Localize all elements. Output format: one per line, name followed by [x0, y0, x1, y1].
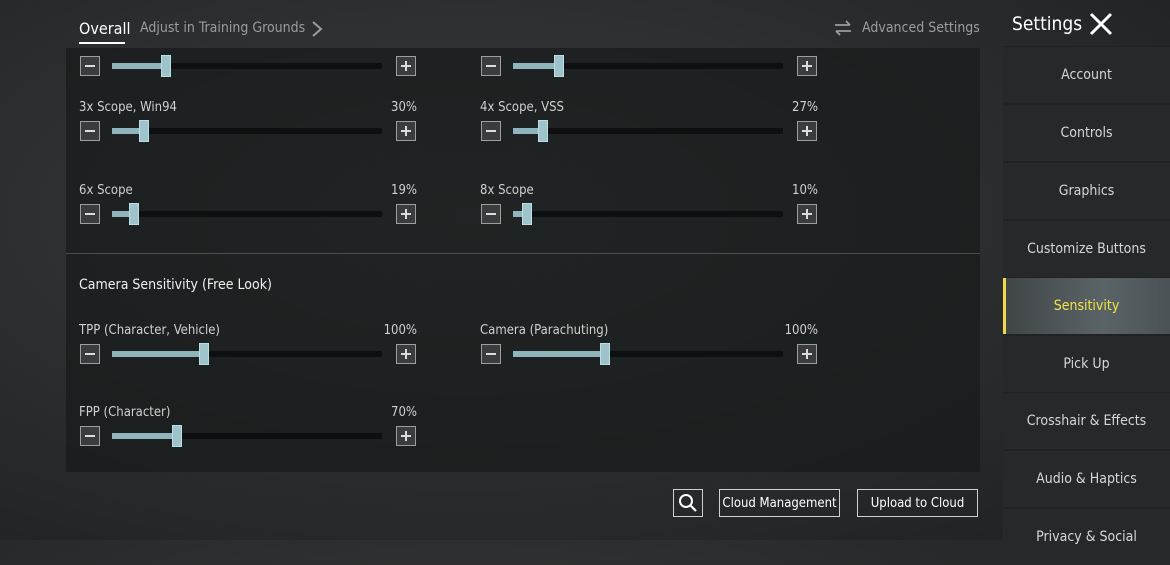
- slider-label: 4x Scope, VSS: [480, 100, 564, 115]
- slider-track[interactable]: [112, 203, 382, 225]
- scope-slider-3x[interactable]: 3x Scope, Win94 30%: [79, 100, 417, 150]
- slider-thumb[interactable]: [538, 120, 548, 142]
- cloud-management-button[interactable]: Cloud Management: [719, 489, 840, 517]
- minus-button[interactable]: [481, 56, 501, 76]
- slider-track[interactable]: [513, 120, 783, 142]
- camera-section-title: Camera Sensitivity (Free Look): [79, 277, 272, 293]
- slider-fill: [513, 63, 559, 69]
- plus-button[interactable]: [797, 204, 817, 224]
- plus-button[interactable]: [396, 56, 416, 76]
- slider-fill: [513, 351, 605, 357]
- plus-button[interactable]: [797, 121, 817, 141]
- minus-button[interactable]: [80, 121, 100, 141]
- sidebar-item-privacy-social[interactable]: Privacy & Social: [1003, 509, 1170, 565]
- slider-value: 30%: [391, 100, 417, 115]
- minus-button[interactable]: [481, 344, 501, 364]
- plus-button[interactable]: [797, 56, 817, 76]
- slider-label: Camera (Parachuting): [480, 323, 609, 338]
- plus-button[interactable]: [396, 204, 416, 224]
- slider-value: 19%: [391, 183, 417, 198]
- scope-slider-0[interactable]: [79, 35, 417, 85]
- slider-track[interactable]: [112, 120, 382, 142]
- minus-button[interactable]: [80, 426, 100, 446]
- camera-slider-fpp[interactable]: FPP (Character) 70%: [79, 405, 417, 455]
- sidebar-item-pick-up[interactable]: Pick Up: [1003, 336, 1170, 392]
- slider-thumb[interactable]: [161, 55, 171, 77]
- slider-track[interactable]: [112, 343, 382, 365]
- search-button[interactable]: [673, 489, 703, 517]
- sidebar-item-customize-buttons[interactable]: Customize Buttons: [1003, 221, 1170, 277]
- plus-button[interactable]: [396, 426, 416, 446]
- slider-track[interactable]: [513, 55, 783, 77]
- scope-slider-4x[interactable]: 4x Scope, VSS 27%: [480, 100, 818, 150]
- camera-slider-parachuting[interactable]: Camera (Parachuting) 100%: [480, 323, 818, 373]
- slider-label: 8x Scope: [480, 183, 534, 198]
- slider-thumb[interactable]: [522, 203, 532, 225]
- plus-button[interactable]: [396, 344, 416, 364]
- slider-label: 3x Scope, Win94: [79, 100, 177, 115]
- tab-adjust-training[interactable]: Adjust in Training Grounds: [140, 20, 305, 36]
- slider-fill: [112, 433, 177, 439]
- slider-fill: [112, 351, 204, 357]
- advanced-settings-button[interactable]: Advanced Settings: [834, 20, 980, 36]
- settings-title: Settings: [1012, 13, 1083, 35]
- section-divider: [66, 253, 980, 254]
- close-icon[interactable]: [1088, 11, 1114, 37]
- camera-slider-tpp[interactable]: TPP (Character, Vehicle) 100%: [79, 323, 417, 373]
- slider-thumb[interactable]: [172, 425, 182, 447]
- sidebar-item-audio-haptics[interactable]: Audio & Haptics: [1003, 451, 1170, 507]
- upload-to-cloud-button[interactable]: Upload to Cloud: [857, 489, 978, 517]
- slider-value: 100%: [784, 323, 818, 338]
- slider-value: 70%: [391, 405, 417, 420]
- sidebar-item-controls[interactable]: Controls: [1003, 105, 1170, 161]
- search-icon: [679, 494, 697, 512]
- slider-thumb[interactable]: [129, 203, 139, 225]
- slider-track[interactable]: [513, 203, 783, 225]
- minus-button[interactable]: [80, 204, 100, 224]
- slider-label: TPP (Character, Vehicle): [79, 323, 220, 338]
- settings-sidebar: Account Controls Graphics Customize Butt…: [1003, 46, 1170, 565]
- minus-button[interactable]: [80, 56, 100, 76]
- sidebar-item-graphics[interactable]: Graphics: [1003, 163, 1170, 219]
- sidebar-item-crosshair-effects[interactable]: Crosshair & Effects: [1003, 393, 1170, 449]
- sidebar-item-sensitivity[interactable]: Sensitivity: [1003, 278, 1170, 334]
- minus-button[interactable]: [481, 121, 501, 141]
- slider-thumb[interactable]: [199, 343, 209, 365]
- slider-value: 27%: [792, 100, 818, 115]
- slider-value: 100%: [383, 323, 417, 338]
- slider-fill: [112, 63, 166, 69]
- sidebar-item-account[interactable]: Account: [1003, 47, 1170, 103]
- scope-slider-1[interactable]: [480, 35, 818, 85]
- slider-track[interactable]: [112, 55, 382, 77]
- plus-button[interactable]: [797, 344, 817, 364]
- slider-label: FPP (Character): [79, 405, 171, 420]
- slider-thumb[interactable]: [139, 120, 149, 142]
- scope-slider-8x[interactable]: 8x Scope 10%: [480, 183, 818, 233]
- minus-button[interactable]: [481, 204, 501, 224]
- slider-thumb[interactable]: [554, 55, 564, 77]
- slider-label: 6x Scope: [79, 183, 133, 198]
- scope-slider-6x[interactable]: 6x Scope 19%: [79, 183, 417, 233]
- advanced-settings-label: Advanced Settings: [862, 20, 980, 36]
- slider-thumb[interactable]: [600, 343, 610, 365]
- slider-value: 10%: [792, 183, 818, 198]
- swap-arrows-icon: [835, 20, 851, 36]
- slider-track[interactable]: [112, 425, 382, 447]
- plus-button[interactable]: [396, 121, 416, 141]
- minus-button[interactable]: [80, 344, 100, 364]
- slider-track[interactable]: [513, 343, 783, 365]
